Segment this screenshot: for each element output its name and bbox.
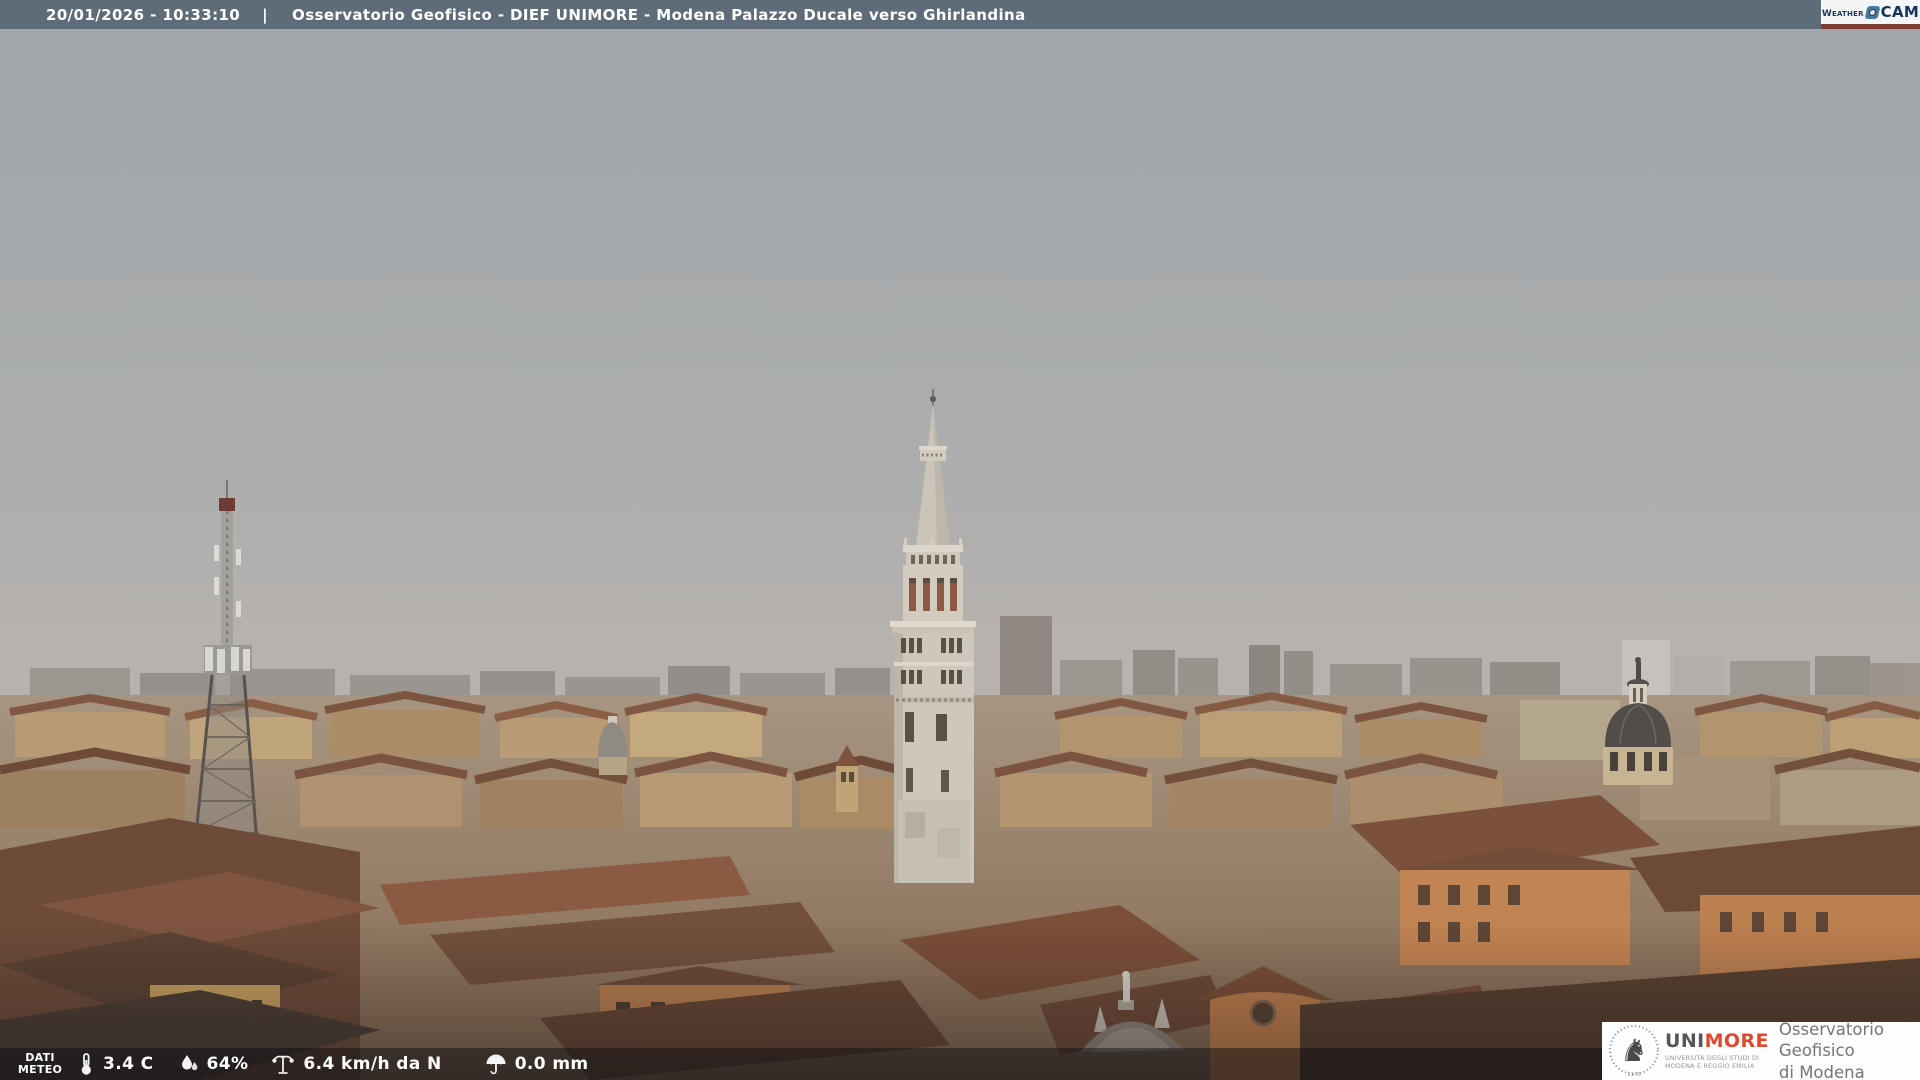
svg-text:1175: 1175: [1627, 1072, 1641, 1078]
unimore-subtitle-1: UNIVERSITÀ DEGLI STUDI DI: [1665, 1054, 1769, 1062]
unimore-knight-seal-icon: ♞ 1175: [1607, 1023, 1661, 1079]
rain-metric: 0.0 mm: [484, 1052, 589, 1076]
humidity-icon: [178, 1052, 200, 1076]
page-title: Osservatorio Geofisico - DIEF UNIMORE - …: [292, 6, 1026, 24]
svg-text:♞: ♞: [1620, 1033, 1648, 1069]
separator: |: [262, 6, 268, 24]
weathercam-logo: Weather CAM: [1821, 0, 1920, 29]
webcam-page: 20/01/2026 - 10:33:10 | Osservatorio Geo…: [0, 0, 1920, 1080]
temperature-metric: 3.4 C: [76, 1052, 154, 1076]
unimore-wordmark: UNIMORE UNIVERSITÀ DEGLI STUDI DI MODENA…: [1665, 1032, 1769, 1070]
meteo-bar-label: DATI METEO: [12, 1052, 68, 1076]
precipitation-value: 0.0 mm: [515, 1054, 589, 1074]
unimore-badge: ♞ 1175 UNIMORE UNIVERSITÀ DEGLI STUDI DI…: [1602, 1022, 1920, 1080]
title-bar: 20/01/2026 - 10:33:10 | Osservatorio Geo…: [0, 0, 1920, 29]
camera-lens-icon: [1864, 6, 1880, 19]
wind-anemometer-icon: [270, 1052, 296, 1076]
weathercam-word2: CAM: [1881, 3, 1919, 21]
rain-umbrella-icon: [484, 1052, 508, 1076]
unimore-brand-more: MORE: [1705, 1030, 1769, 1052]
humidity-value: 64%: [207, 1054, 249, 1074]
datetime-label: 20/01/2026 - 10:33:10: [46, 6, 240, 24]
weathercam-underline: [1821, 24, 1920, 29]
wind-metric: 6.4 km/h da N: [270, 1052, 441, 1076]
unimore-subtitle-2: MODENA E REGGIO EMILIA: [1665, 1062, 1769, 1070]
observatory-name: Osservatorio Geofisico di Modena: [1779, 1019, 1920, 1080]
temperature-value: 3.4 C: [103, 1054, 154, 1074]
wind-value: 6.4 km/h da N: [303, 1054, 441, 1074]
thermometer-icon: [76, 1052, 96, 1076]
humidity-metric: 64%: [178, 1052, 249, 1076]
unimore-brand-uni: UNI: [1665, 1030, 1705, 1052]
weathercam-word1: Weather: [1822, 5, 1864, 20]
webcam-photo: [0, 0, 1920, 1080]
